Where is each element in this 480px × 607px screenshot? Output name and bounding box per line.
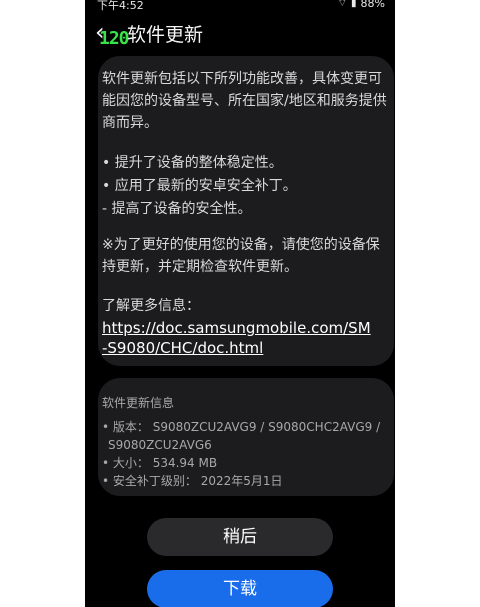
phone-screen: 下午4:52 ⌔ ▮ 88% ‹ 120 软件更新 软件更新包括以下所列功能改善… — [85, 0, 395, 607]
doc-link[interactable]: https://doc.samsungmobile.com/SM -S9080/… — [102, 318, 388, 358]
doc-link-line[interactable]: -S9080/CHC/doc.html — [102, 338, 388, 358]
improvement-item: • 应用了最新的安卓安全补丁。 — [102, 178, 297, 194]
wifi-icon: ⌔ — [337, 0, 348, 9]
info-list: • 版本： S9080ZCU2AVG9 / S9080CHC2AVG9 / S9… — [102, 418, 388, 490]
page-title: 软件更新 — [127, 24, 204, 46]
download-button[interactable]: 下载 — [147, 570, 333, 607]
info-title: 软件更新信息 — [102, 396, 175, 410]
learn-more-label: 了解更多信息： — [102, 298, 200, 314]
info-item: • 版本： S9080ZCU2AVG9 / S9080CHC2AVG9 / — [102, 420, 381, 434]
signal-icon: ▮ — [351, 0, 357, 9]
update-details-card: 软件更新包括以下所列功能改善，具体变更可能因您的设备型号、所在国家/地区和服务提… — [98, 56, 394, 366]
info-item: S9080ZCU2AVG6 — [108, 438, 212, 452]
later-button[interactable]: 稍后 — [147, 518, 333, 556]
improvement-item: • 提升了设备的整体稳定性。 — [102, 155, 283, 171]
status-bar: 下午4:52 ⌔ ▮ 88% — [85, 0, 395, 12]
status-icons: ⌔ ▮ 88% — [338, 0, 385, 10]
info-item: • 大小： 534.94 MB — [102, 456, 218, 470]
advice-text: ※为了更好的使用您的设备，请使您的设备保持更新，并定期检查软件更新。 — [102, 237, 380, 275]
update-info-card: 软件更新信息 • 版本： S9080ZCU2AVG9 / S9080CHC2AV… — [98, 378, 394, 496]
doc-link-line[interactable]: https://doc.samsungmobile.com/SM — [102, 318, 388, 338]
info-item: • 安全补丁级别： 2022年5月1日 — [102, 474, 283, 488]
header: ‹ 120 软件更新 — [85, 14, 395, 54]
fps-counter: 120 — [99, 28, 129, 49]
improvement-list: • 提升了设备的整体稳定性。 • 应用了最新的安卓安全补丁。 - 提高了设备的安… — [102, 152, 388, 221]
battery-text: 88% — [360, 0, 385, 10]
status-time: 下午4:52 — [97, 0, 144, 12]
improvement-item: - 提高了设备的安全性。 — [102, 201, 252, 217]
intro-text: 软件更新包括以下所列功能改善，具体变更可能因您的设备型号、所在国家/地区和服务提… — [102, 71, 387, 131]
